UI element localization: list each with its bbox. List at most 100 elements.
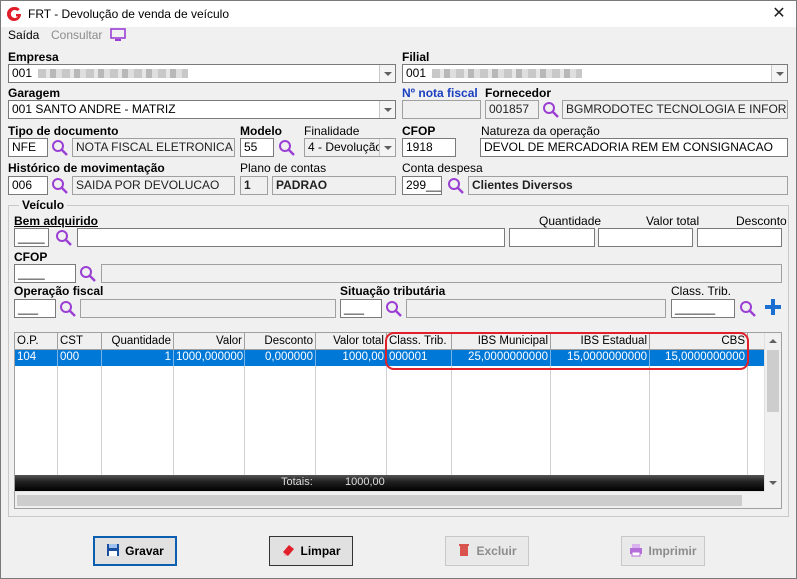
cell-valor: 1000,000000	[174, 350, 245, 366]
garagem-select[interactable]: 001 SANTO ANDRE - MATRIZ	[8, 100, 396, 119]
gravar-label: Gravar	[125, 544, 164, 558]
monitor-icon[interactable]	[110, 28, 126, 42]
scroll-thumb[interactable]	[767, 350, 779, 412]
bem-adquirido-name-input[interactable]	[77, 228, 505, 247]
situacao-tributaria-input[interactable]: ___	[340, 299, 382, 318]
limpar-button[interactable]: Limpar	[269, 536, 353, 566]
search-icon[interactable]	[55, 229, 73, 247]
cell-desconto: 0,000000	[245, 350, 316, 366]
operacao-fiscal-input[interactable]: ___	[14, 299, 56, 318]
plano-contas-label: Plano de contas	[240, 161, 327, 175]
class-trib-input[interactable]: ______	[671, 299, 735, 318]
redacted-text	[38, 69, 189, 79]
filial-label: Filial	[402, 50, 430, 64]
search-icon[interactable]	[51, 139, 69, 157]
column-header-desconto[interactable]: Desconto	[245, 333, 316, 350]
column-divider	[386, 366, 387, 476]
printer-icon	[630, 544, 643, 557]
modelo-input[interactable]: 55	[240, 138, 274, 157]
menu-consultar[interactable]: Consultar	[51, 28, 102, 42]
cell-cst: 000	[58, 350, 102, 366]
cell-valor-total: 1000,00	[316, 350, 387, 366]
column-divider	[57, 366, 58, 476]
historico-name-field: SAIDA POR DEVOLUCAO	[72, 176, 235, 195]
plus-icon[interactable]	[763, 297, 783, 317]
valor-total-input[interactable]	[598, 228, 693, 247]
veiculo-cfop-name-field	[101, 264, 782, 283]
empresa-select[interactable]: 001	[8, 64, 396, 83]
title-bar: FRT - Devolução de venda de veículo ✕	[1, 1, 796, 27]
conta-despesa-label: Conta despesa	[402, 161, 483, 175]
desconto-label: Desconto	[736, 214, 787, 228]
excluir-button[interactable]: Excluir	[445, 536, 529, 566]
tipo-documento-code-input[interactable]: NFE	[8, 138, 48, 157]
class-trib-label: Class. Trib.	[671, 284, 732, 298]
search-icon[interactable]	[447, 177, 465, 195]
desconto-input[interactable]	[697, 228, 782, 247]
conta-despesa-name-field: Clientes Diversos	[468, 176, 788, 195]
veiculo-cfop-input[interactable]: ____	[14, 264, 76, 283]
redacted-text	[432, 69, 583, 79]
quantidade-input[interactable]	[509, 228, 595, 247]
column-header-cst[interactable]: CST	[58, 333, 102, 350]
search-icon[interactable]	[59, 300, 77, 318]
search-icon[interactable]	[385, 300, 403, 318]
conta-despesa-code-input[interactable]: 299___	[402, 176, 442, 195]
filial-select[interactable]: 001	[402, 64, 788, 83]
veiculo-cfop-label: CFOP	[14, 250, 48, 264]
cfop-input[interactable]: 1918	[402, 138, 456, 157]
chevron-down-icon[interactable]	[379, 101, 395, 118]
operacao-fiscal-label: Operação fiscal	[14, 284, 104, 298]
fornecedor-code-input[interactable]: 001857	[485, 100, 539, 119]
chevron-down-icon[interactable]	[379, 139, 395, 156]
column-header-quantidade[interactable]: Quantidade	[102, 333, 174, 350]
fornecedor-label: Fornecedor	[485, 86, 552, 100]
bem-adquirido-code-input[interactable]: ____	[14, 228, 49, 247]
garagem-value: 001 SANTO ANDRE - MATRIZ	[12, 102, 176, 116]
imprimir-button[interactable]: Imprimir	[621, 536, 705, 566]
column-header-op[interactable]: O.P.	[15, 333, 58, 350]
veiculo-group-title: Veículo	[19, 198, 68, 212]
nota-fiscal-input[interactable]	[402, 100, 481, 119]
empresa-label: Empresa	[8, 50, 59, 64]
valor-total-label: Valor total	[646, 214, 700, 228]
scroll-up-icon[interactable]	[769, 339, 777, 343]
column-divider	[649, 366, 650, 476]
plano-contas-code-field: 1	[240, 176, 268, 195]
column-divider	[101, 366, 102, 476]
imprimir-label: Imprimir	[648, 544, 697, 558]
finalidade-select[interactable]: 4 - Devolução	[304, 138, 396, 157]
menu-saida[interactable]: Saída	[8, 28, 39, 42]
eraser-icon	[283, 545, 295, 556]
column-header-valor[interactable]: Valor	[174, 333, 245, 350]
column-divider	[244, 366, 245, 476]
search-icon[interactable]	[278, 139, 296, 157]
chevron-down-icon[interactable]	[771, 65, 787, 82]
limpar-label: Limpar	[300, 544, 341, 558]
scroll-down-icon[interactable]	[769, 481, 777, 485]
cfop-label: CFOP	[402, 124, 436, 138]
search-icon[interactable]	[739, 300, 757, 318]
close-window-button[interactable]: ✕	[768, 3, 790, 25]
column-divider	[550, 366, 551, 476]
horizontal-scrollbar[interactable]	[15, 491, 765, 508]
app-logo-icon	[7, 6, 21, 21]
column-header-valor-total[interactable]: Valor total	[316, 333, 387, 350]
search-icon[interactable]	[51, 177, 69, 195]
natureza-input[interactable]: DEVOL DE MERCADORIA REM EM CONSIGNACAO	[480, 138, 788, 157]
scroll-thumb[interactable]	[17, 495, 742, 506]
trash-icon	[459, 544, 470, 556]
column-divider	[747, 366, 748, 476]
red-highlight-annotation	[385, 332, 749, 370]
natureza-label: Natureza da operação	[481, 124, 600, 138]
search-icon[interactable]	[542, 101, 560, 119]
vertical-scrollbar[interactable]	[764, 333, 781, 491]
totals-value: 1000,00	[345, 476, 385, 488]
gravar-button[interactable]: Gravar	[93, 536, 177, 566]
chevron-down-icon[interactable]	[379, 65, 395, 82]
search-icon[interactable]	[79, 265, 97, 283]
menu-bar: Saída Consultar	[1, 27, 796, 45]
historico-code-input[interactable]: 006	[8, 176, 48, 195]
nota-fiscal-label: Nº nota fiscal	[402, 86, 478, 100]
quantidade-label: Quantidade	[539, 214, 602, 228]
